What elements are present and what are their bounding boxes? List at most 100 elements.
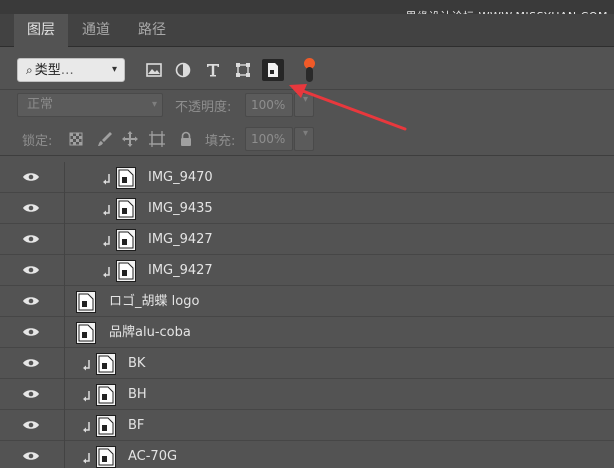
- row-divider: [64, 255, 65, 286]
- lock-artboard-icon[interactable]: [148, 130, 166, 148]
- smart-object-thumbnail-icon: [96, 353, 116, 375]
- row-divider: [64, 317, 65, 348]
- eye-icon: [23, 173, 39, 181]
- filter-toggle[interactable]: [304, 58, 315, 84]
- eye-icon: [23, 204, 39, 212]
- smart-object-thumbnail-icon: [76, 322, 96, 344]
- filter-kind-label: 类型: [34, 63, 61, 78]
- filter-kind-select[interactable]: ⌕ 类型… ▾: [17, 58, 125, 82]
- opacity-field[interactable]: 100%: [245, 93, 293, 117]
- lock-label: 锁定:: [22, 134, 53, 149]
- layer-name: IMG_9435: [148, 201, 213, 216]
- visibility-toggle[interactable]: [0, 379, 64, 410]
- clipping-mask-icon: [82, 450, 92, 464]
- smart-object-filter-icon[interactable]: [262, 59, 284, 81]
- row-divider: [64, 379, 65, 410]
- fill-label: 填充:: [205, 134, 236, 149]
- chevron-down-icon: ▾: [302, 128, 308, 139]
- blend-mode-value: 正常: [27, 97, 54, 112]
- eye-icon: [23, 452, 39, 460]
- layer-row[interactable]: IMG_9470: [0, 162, 614, 193]
- layer-row[interactable]: BH: [0, 379, 614, 410]
- panel-tabs: 图层 通道 路径: [0, 14, 614, 47]
- chevron-down-icon: ▾: [151, 99, 157, 110]
- layer-row[interactable]: IMG_9427: [0, 224, 614, 255]
- visibility-toggle[interactable]: [0, 317, 64, 348]
- row-divider: [64, 162, 65, 193]
- visibility-toggle[interactable]: [0, 255, 64, 286]
- tab-paths[interactable]: 路径: [124, 14, 180, 47]
- lock-image-icon[interactable]: [96, 130, 114, 148]
- type-filter-icon[interactable]: [202, 59, 224, 81]
- blend-row: 正常 ▾ 不透明度: 100% ▾: [0, 90, 614, 120]
- layer-name: AC-70G: [128, 449, 178, 464]
- tab-layers[interactable]: 图层: [14, 14, 68, 47]
- layer-name: IMG_9427: [148, 263, 213, 278]
- layer-name: IMG_9470: [148, 170, 213, 185]
- visibility-toggle[interactable]: [0, 224, 64, 255]
- eye-icon: [23, 328, 39, 336]
- visibility-toggle[interactable]: [0, 441, 64, 468]
- clipping-mask-icon: [102, 202, 112, 216]
- layer-row[interactable]: IMG_9427: [0, 255, 614, 286]
- shape-filter-icon[interactable]: [232, 59, 254, 81]
- smart-object-thumbnail-icon: [116, 229, 136, 251]
- eye-icon: [23, 390, 39, 398]
- visibility-toggle[interactable]: [0, 410, 64, 441]
- smart-object-thumbnail-icon: [96, 384, 116, 406]
- clipping-mask-icon: [82, 388, 92, 402]
- smart-object-thumbnail-icon: [76, 291, 96, 313]
- layer-row[interactable]: 品牌alu-coba: [0, 317, 614, 348]
- eye-icon: [23, 235, 39, 243]
- smart-object-thumbnail-icon: [96, 415, 116, 437]
- row-divider: [64, 441, 65, 468]
- eye-icon: [23, 297, 39, 305]
- smart-object-thumbnail-icon: [116, 198, 136, 220]
- layer-name: BF: [128, 418, 145, 433]
- layer-name: IMG_9427: [148, 232, 213, 247]
- layer-row[interactable]: BK: [0, 348, 614, 379]
- layer-name: 品牌alu-coba: [109, 325, 191, 340]
- fill-field[interactable]: 100%: [245, 127, 293, 151]
- lock-row: 锁定: 填充: 100% ▾: [0, 124, 614, 156]
- tab-channels[interactable]: 通道: [68, 14, 124, 47]
- blend-mode-select[interactable]: 正常 ▾: [17, 93, 163, 117]
- adjustment-filter-icon[interactable]: [172, 59, 194, 81]
- visibility-toggle[interactable]: [0, 348, 64, 379]
- layer-row[interactable]: AC-70G: [0, 441, 614, 468]
- clipping-mask-icon: [82, 419, 92, 433]
- smart-object-thumbnail-icon: [116, 167, 136, 189]
- fill-slider-button[interactable]: ▾: [294, 127, 314, 151]
- clipping-mask-icon: [82, 357, 92, 371]
- layer-name: BK: [128, 356, 146, 371]
- row-divider: [64, 193, 65, 224]
- layer-row[interactable]: IMG_9435: [0, 193, 614, 224]
- row-divider: [64, 410, 65, 441]
- layer-row[interactable]: ロゴ_胡蝶 logo: [0, 286, 614, 317]
- layers-list: IMG_9470 IMG_9435 IMG_9427 IMG_9427 ロゴ_胡…: [0, 162, 614, 468]
- opacity-slider-button[interactable]: ▾: [294, 93, 314, 117]
- visibility-toggle[interactable]: [0, 193, 64, 224]
- layer-name: BH: [128, 387, 147, 402]
- visibility-toggle[interactable]: [0, 162, 64, 193]
- opacity-label: 不透明度:: [175, 100, 232, 115]
- eye-icon: [23, 266, 39, 274]
- clipping-mask-icon: [102, 233, 112, 247]
- image-filter-icon[interactable]: [143, 59, 165, 81]
- lock-transparent-icon[interactable]: [67, 130, 85, 148]
- row-divider: [64, 286, 65, 317]
- search-icon: ⌕: [26, 63, 33, 77]
- row-divider: [64, 348, 65, 379]
- layer-name: ロゴ_胡蝶 logo: [109, 294, 200, 309]
- lock-position-icon[interactable]: [121, 130, 139, 148]
- eye-icon: [23, 359, 39, 367]
- layer-filter-bar: ⌕ 类型… ▾: [0, 48, 614, 90]
- chevron-down-icon: ▾: [111, 64, 117, 75]
- layer-row[interactable]: BF: [0, 410, 614, 441]
- eye-icon: [23, 421, 39, 429]
- visibility-toggle[interactable]: [0, 286, 64, 317]
- smart-object-thumbnail-icon: [116, 260, 136, 282]
- row-divider: [64, 224, 65, 255]
- filter-toggle-track: [306, 67, 313, 82]
- lock-all-icon[interactable]: [177, 130, 195, 148]
